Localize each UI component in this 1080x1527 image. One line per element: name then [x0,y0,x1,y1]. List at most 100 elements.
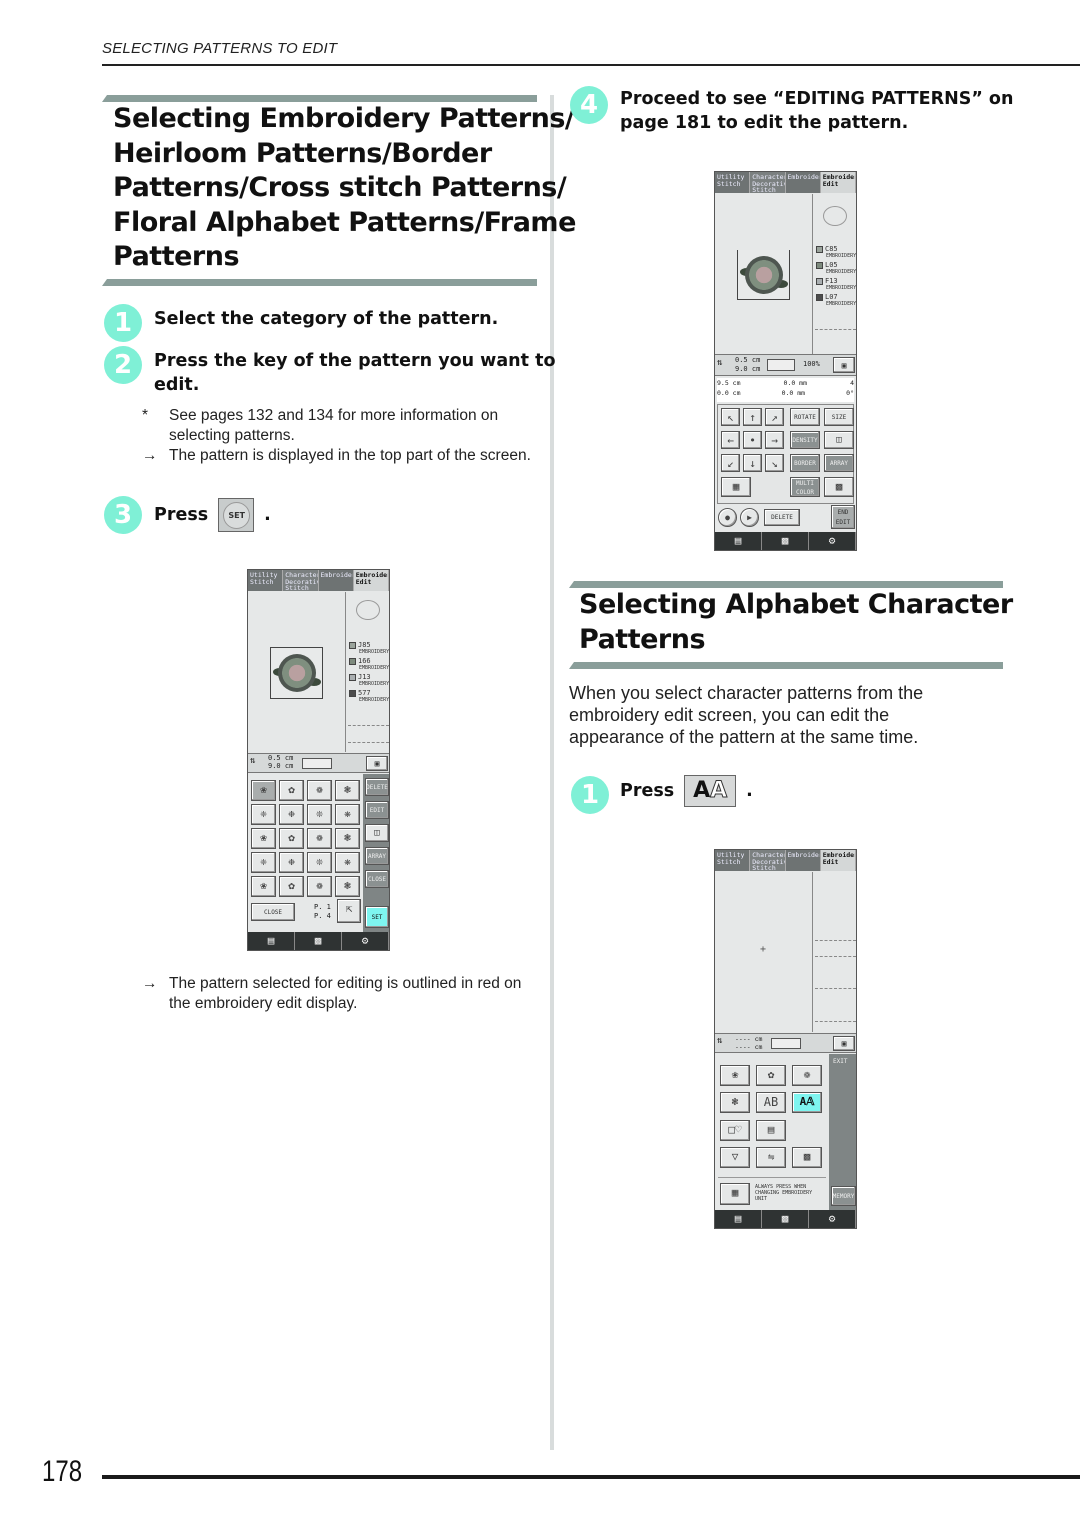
category-embroidery-key[interactable]: ❀ [720,1065,750,1086]
arrow-down-left-icon: ↙ [727,457,734,470]
pattern-key[interactable]: ❋ [335,852,360,873]
footer-settings-button[interactable]: ▤ [715,532,762,550]
pattern-key[interactable]: ❊ [307,852,332,873]
page-scroll-button[interactable]: ⇱ [337,899,361,923]
pattern-key[interactable]: ❋ [335,804,360,825]
info-horiz-offset: 0.0 mm [781,389,806,397]
category-heirloom-key[interactable]: ✿ [756,1065,786,1086]
footer-machine-button[interactable]: ▩ [762,532,809,550]
pattern-key[interactable]: ❈ [251,804,276,825]
title-line: Heirloom Patterns/Border [113,137,492,169]
pattern-key[interactable]: ❃ [335,876,360,897]
arrow-mark: → [142,975,158,992]
category-card-key[interactable]: ▤ [756,1120,786,1141]
view-button[interactable]: ▣ [366,756,388,771]
pattern-key[interactable]: ❀ [251,780,276,801]
next-button[interactable]: ▶ [740,508,759,527]
pattern-key[interactable]: ❁ [307,828,332,849]
move-down-right-key[interactable]: ↘ [765,454,784,472]
mirror-key[interactable]: ◫ [365,824,389,842]
info-angle: 0° [846,389,854,397]
move-down-left-key[interactable]: ↙ [721,454,740,472]
period: . [746,781,753,801]
previous-button[interactable]: ● [718,508,737,527]
border-key[interactable]: BORDER [790,454,820,472]
page-total: P. 4 [314,912,331,920]
page-arrows-icon: ⇱ [345,902,353,915]
size-key[interactable]: SIZE [824,408,854,426]
dotted-line [815,1021,856,1022]
title-line: Patterns [579,623,706,655]
move-center-key[interactable]: • [743,431,762,449]
rose-shape [277,654,316,692]
footer-settings-button[interactable]: ▤ [248,932,295,950]
category-frame-key[interactable]: □♡ [720,1120,750,1141]
category-border-key[interactable]: ❁ [792,1065,822,1086]
memory-key[interactable]: MEMORY [831,1186,856,1206]
footer-help-button[interactable]: ⚙ [809,1210,856,1228]
pattern-key[interactable]: ✿ [279,876,304,897]
density-key[interactable]: DENSITY [790,431,820,449]
array-key[interactable]: ARRAY [365,847,389,865]
close-button[interactable]: CLOSE [251,903,295,921]
embroidery-unit-key[interactable]: ▦ [720,1183,750,1205]
category-alphabet-character-key[interactable]: A𝔸 [792,1092,822,1113]
pattern-thumbnail-icon: ❋ [344,807,351,820]
thread-code: C85 [825,245,838,253]
category-floral-alphabet-key[interactable]: AB [756,1092,786,1113]
pattern-thumbnail-icon: ❉ [288,807,295,820]
footer-settings-button[interactable]: ▤ [715,1210,762,1228]
intro-line: appearance of the pattern at the same ti… [569,727,919,747]
footer-machine-button[interactable]: ▩ [295,932,342,950]
pattern-key[interactable]: ❈ [251,852,276,873]
title-line: Selecting Embroidery Patterns/ [113,103,575,134]
move-right-key[interactable]: → [765,431,784,449]
move-up-right-key[interactable]: ↗ [765,408,784,426]
close-key[interactable]: CLOSE [365,870,389,888]
pattern-key[interactable]: ❀ [251,828,276,849]
mirror-icon: ◫ [374,828,380,838]
move-down-key[interactable]: ↓ [743,454,762,472]
size-width: 9.0 cm [735,365,761,373]
pattern-key[interactable]: ✿ [279,828,304,849]
delete-button[interactable]: DELETE [764,509,800,526]
footer-machine-button[interactable]: ▩ [762,1210,809,1228]
delete-key[interactable]: DELETE [365,778,389,796]
category-computer-key[interactable]: ▩ [792,1147,822,1168]
group-key[interactable]: ▦ [721,477,751,497]
pattern-key[interactable]: ❉ [279,804,304,825]
category-usb-key[interactable]: ⇋ [756,1147,786,1168]
mirror-icon: ◫ [836,435,842,445]
pattern-key[interactable]: ❊ [307,804,332,825]
view-button[interactable]: ▣ [833,357,855,373]
note-line: See pages 132 and 134 for more informati… [169,407,499,424]
step-4-line: Proceed to see “EDITING PATTERNS” on [620,89,1014,109]
rotate-key[interactable]: ROTATE [790,408,820,426]
pattern-key[interactable]: ❃ [335,828,360,849]
footer-rule [102,1475,1080,1479]
footer-help-button[interactable]: ⚙ [809,532,856,550]
pattern-key[interactable]: ❃ [335,780,360,801]
tab-embroidery: Embroidery [785,172,821,193]
pattern-key[interactable]: ✿ [279,780,304,801]
category-cross-stitch-key[interactable]: ❃ [720,1092,750,1113]
move-up-left-key[interactable]: ↖ [721,408,740,426]
end-edit-button[interactable]: END EDIT [831,505,855,529]
move-left-key[interactable]: ← [721,431,740,449]
multi-color-key[interactable]: MULTI COLOR [790,477,820,497]
array-key[interactable]: ARRAY [824,454,854,472]
move-up-key[interactable]: ↑ [743,408,762,426]
set-key[interactable]: SET [365,906,389,928]
pattern-key[interactable]: ❁ [307,876,332,897]
edit-key[interactable]: EDIT [365,801,389,819]
thread-color-key[interactable]: ▩ [824,477,854,497]
mirror-key[interactable]: ◫ [824,431,854,449]
exit-key[interactable]: EXIT [833,1058,847,1065]
footer-help-button[interactable]: ⚙ [342,932,389,950]
view-button[interactable]: ▣ [833,1036,855,1051]
pattern-key[interactable]: ❉ [279,852,304,873]
pattern-key[interactable]: ❁ [307,780,332,801]
pattern-key[interactable]: ❀ [251,876,276,897]
category-pocket-key[interactable]: ▽ [720,1147,750,1168]
thread-list: C85 EMBROIDERY L05 EMBROIDERY F13 EMBROIDER… [812,194,856,354]
